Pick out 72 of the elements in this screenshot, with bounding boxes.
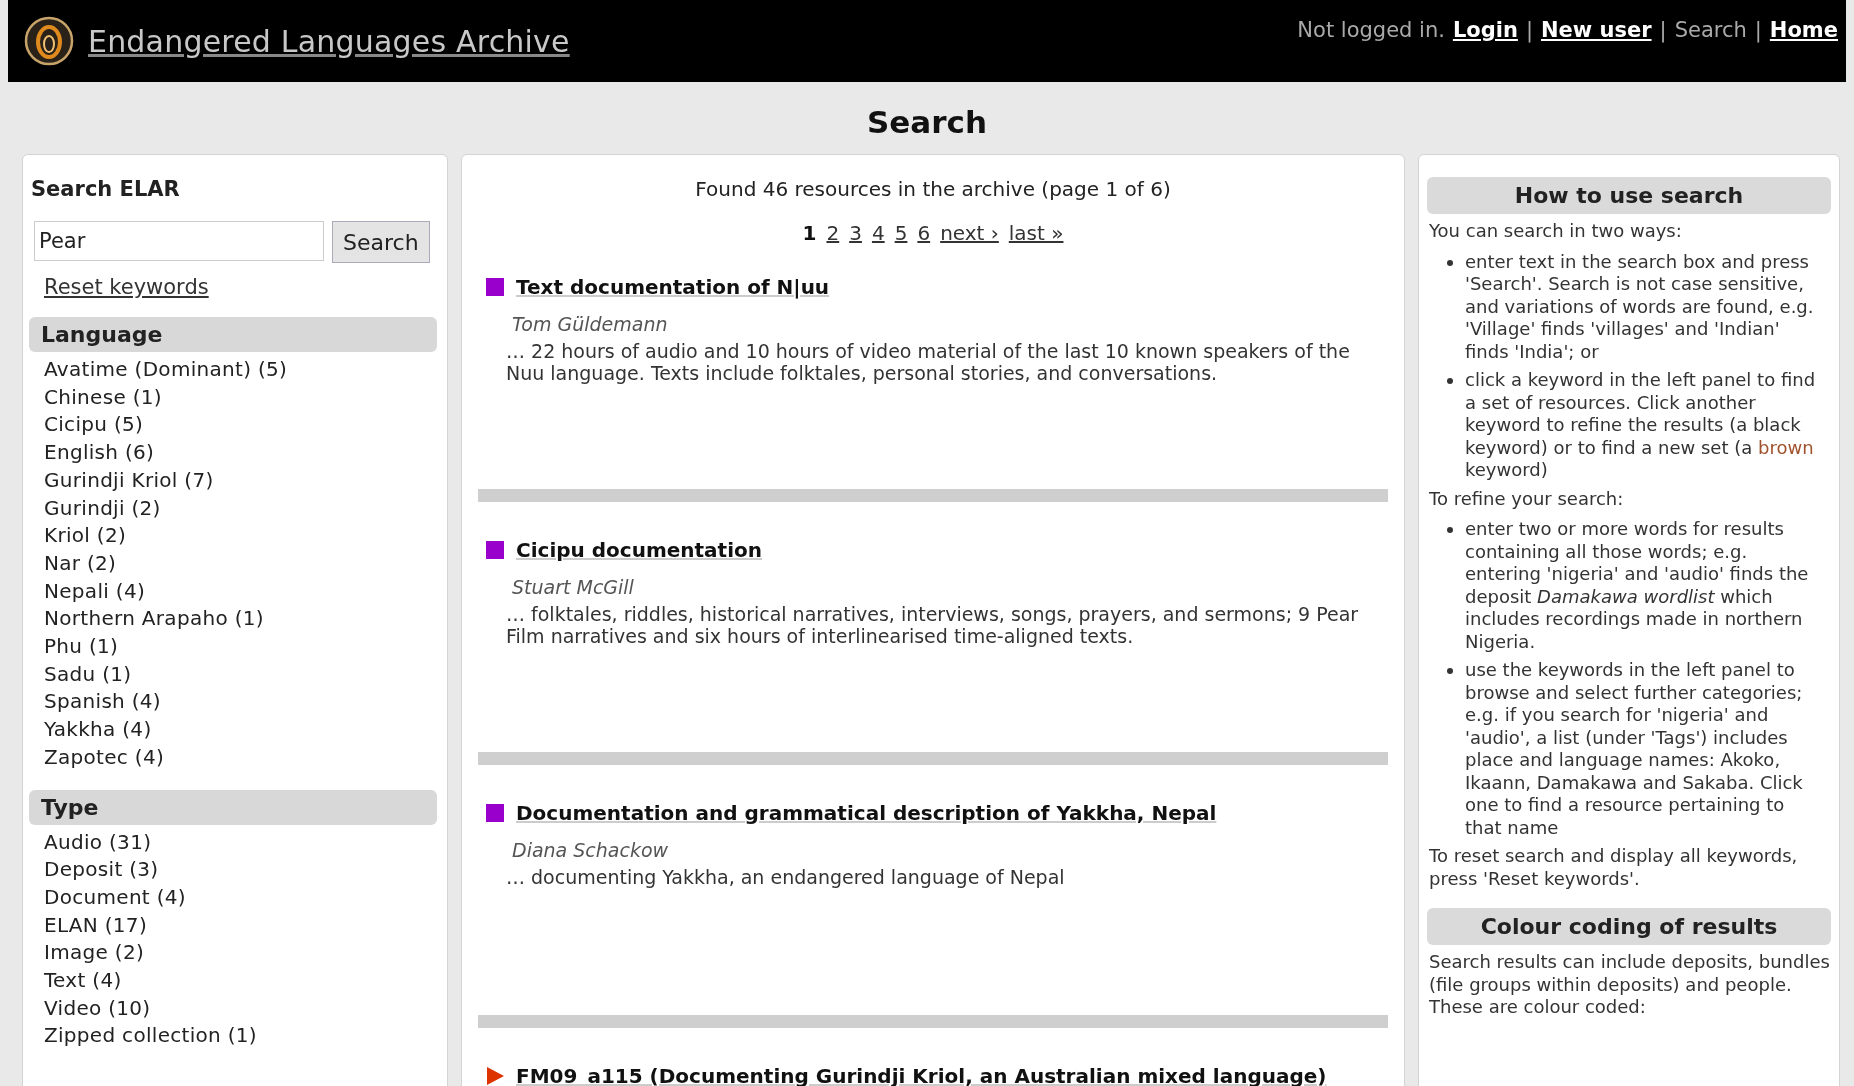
- facet-keyword[interactable]: Phu (1): [44, 633, 119, 661]
- help-heading: Colour coding of results: [1427, 908, 1831, 945]
- nav-link[interactable]: New user: [1540, 18, 1652, 42]
- facet-heading: Language: [29, 317, 437, 352]
- results-summary: Found 46 resources in the archive (page 1 of 6): [694, 177, 1172, 201]
- nav-link[interactable]: Home: [1769, 18, 1838, 42]
- search-button[interactable]: Search: [332, 221, 430, 263]
- facet-keyword[interactable]: Zapotec (4): [44, 743, 165, 772]
- result-author: Diana Schackow: [512, 839, 670, 861]
- search-field[interactable]: Pear: [34, 221, 324, 261]
- result-snippet: … documenting Yakkha, an endangered language of Nepal: [506, 867, 1066, 889]
- help-text: use the keywords in the left panel to browse and select further categories; e.g. if you search for 'nigeria' and 'audio', a list (under 'Tags') includes place and language names: Akoko, Ikaann, Damakawa and Sakaba. Click one to find a resource pertaining to that name: [1465, 659, 1804, 839]
- help-text: enter text in the search box and press 'Search'. Search is not case sensitive, and variations of words are found, e.g. 'Village' finds 'villages' and 'Indian' finds 'India'; or: [1465, 250, 1815, 363]
- nav-separator: |: [1754, 18, 1762, 42]
- facet-keyword[interactable]: Avatime (Dominant) (5): [44, 356, 288, 384]
- help-text: To reset search and display all keywords, press 'Reset keywords'.: [1429, 845, 1799, 890]
- facet-keyword[interactable]: Spanish (4): [44, 688, 161, 717]
- logo-icon: [24, 16, 74, 66]
- result-title-link[interactable]: Text documentation of N|uu: [516, 275, 830, 299]
- facet-keyword[interactable]: Nepali (4): [44, 577, 146, 606]
- nav-separator: |: [1525, 18, 1533, 42]
- help-text: To refine your search:: [1429, 487, 1625, 510]
- panel-heading: Search ELAR: [31, 177, 181, 201]
- facet-keyword[interactable]: Document (4): [44, 883, 186, 912]
- result-title-link[interactable]: Cicipu documentation: [516, 538, 762, 562]
- facet-keyword[interactable]: Cicipu (5): [44, 411, 144, 440]
- facet-heading: Type: [29, 789, 437, 825]
- facet-keyword[interactable]: Video (10): [44, 994, 151, 1023]
- reset-keywords-link[interactable]: Reset keywords: [44, 275, 209, 299]
- login-status: Not logged in.: [1297, 18, 1445, 42]
- result-snippet: … 22 hours of audio and 10 hours of video material of the last 10 known speakers of the Nuu language. Texts include folktales, personal stories, and conversations.: [506, 341, 1351, 384]
- help-text: Search results can include deposits, bundles (file groups within deposits) and people. These are colour coded:: [1429, 951, 1831, 1019]
- page-link[interactable]: 4: [871, 221, 885, 245]
- facet-keyword[interactable]: English (6): [44, 439, 155, 467]
- nav-separator: |: [1659, 18, 1667, 42]
- facet-keyword[interactable]: Yakkha (4): [44, 716, 152, 744]
- nav-link[interactable]: Login: [1452, 18, 1518, 42]
- facet-keyword[interactable]: ELAN (17): [44, 911, 147, 940]
- page-link[interactable]: 6: [917, 221, 931, 245]
- result-author: Stuart McGill: [512, 576, 635, 598]
- facet-keyword[interactable]: Nar (2): [44, 549, 117, 578]
- facet-keyword[interactable]: Gurindji Kriol (7): [44, 466, 214, 495]
- help-text: You can search in two ways:: [1429, 220, 1683, 243]
- help-text: click a keyword in the left panel to find a set of resources. Click another keyword to refine the results (a black keyword) or to find a new set (a brown keyword): [1465, 369, 1817, 482]
- page-link[interactable]: next ›: [940, 221, 999, 245]
- page-link[interactable]: 5: [894, 221, 908, 245]
- bullet-icon: [1447, 259, 1453, 266]
- facet-keyword[interactable]: Northern Arapaho (1): [44, 605, 264, 634]
- page-title: Search: [866, 104, 988, 140]
- help-heading: How to use search: [1427, 177, 1831, 214]
- result-author: Tom Güldemann: [512, 313, 669, 335]
- facet-keyword[interactable]: Zipped collection (1): [44, 1022, 257, 1051]
- page-link[interactable]: 1: [802, 221, 817, 245]
- page-link[interactable]: last »: [1008, 221, 1064, 245]
- site-title-link[interactable]: Endangered Languages Archive: [88, 23, 570, 59]
- facet-keyword[interactable]: Kriol (2): [44, 522, 127, 550]
- page-link[interactable]: 2: [826, 221, 840, 245]
- nav-current: Search: [1674, 18, 1747, 42]
- help-text: enter two or more words for results containing all those words; e.g. entering 'nigeria' and 'audio' finds the deposit Damakawa wordlist which includes recordings made in northern Nigeria.: [1465, 518, 1810, 653]
- facet-keyword[interactable]: Image (2): [44, 939, 145, 968]
- facet-keyword[interactable]: Audio (31): [44, 828, 152, 857]
- facet-keyword[interactable]: Gurindji (2): [44, 494, 161, 523]
- bullet-icon: [1447, 527, 1453, 533]
- facet-keyword[interactable]: Sadu (1): [44, 660, 132, 689]
- result-snippet: … folktales, riddles, historical narratives, interviews, songs, prayers, and sermons; 9 Pear Film narratives and six hours of interlinearised time-aligned texts.: [506, 604, 1360, 647]
- facet-keyword[interactable]: Deposit (3): [44, 856, 159, 884]
- bullet-icon: [1447, 378, 1453, 384]
- facet-keyword[interactable]: Text (4): [44, 967, 122, 995]
- bullet-icon: [1447, 668, 1453, 674]
- facet-keyword[interactable]: Chinese (1): [44, 383, 162, 412]
- page-link[interactable]: 3: [849, 221, 862, 245]
- result-title-link[interactable]: Documentation and grammatical description of Yakkha, Nepal: [516, 801, 1217, 825]
